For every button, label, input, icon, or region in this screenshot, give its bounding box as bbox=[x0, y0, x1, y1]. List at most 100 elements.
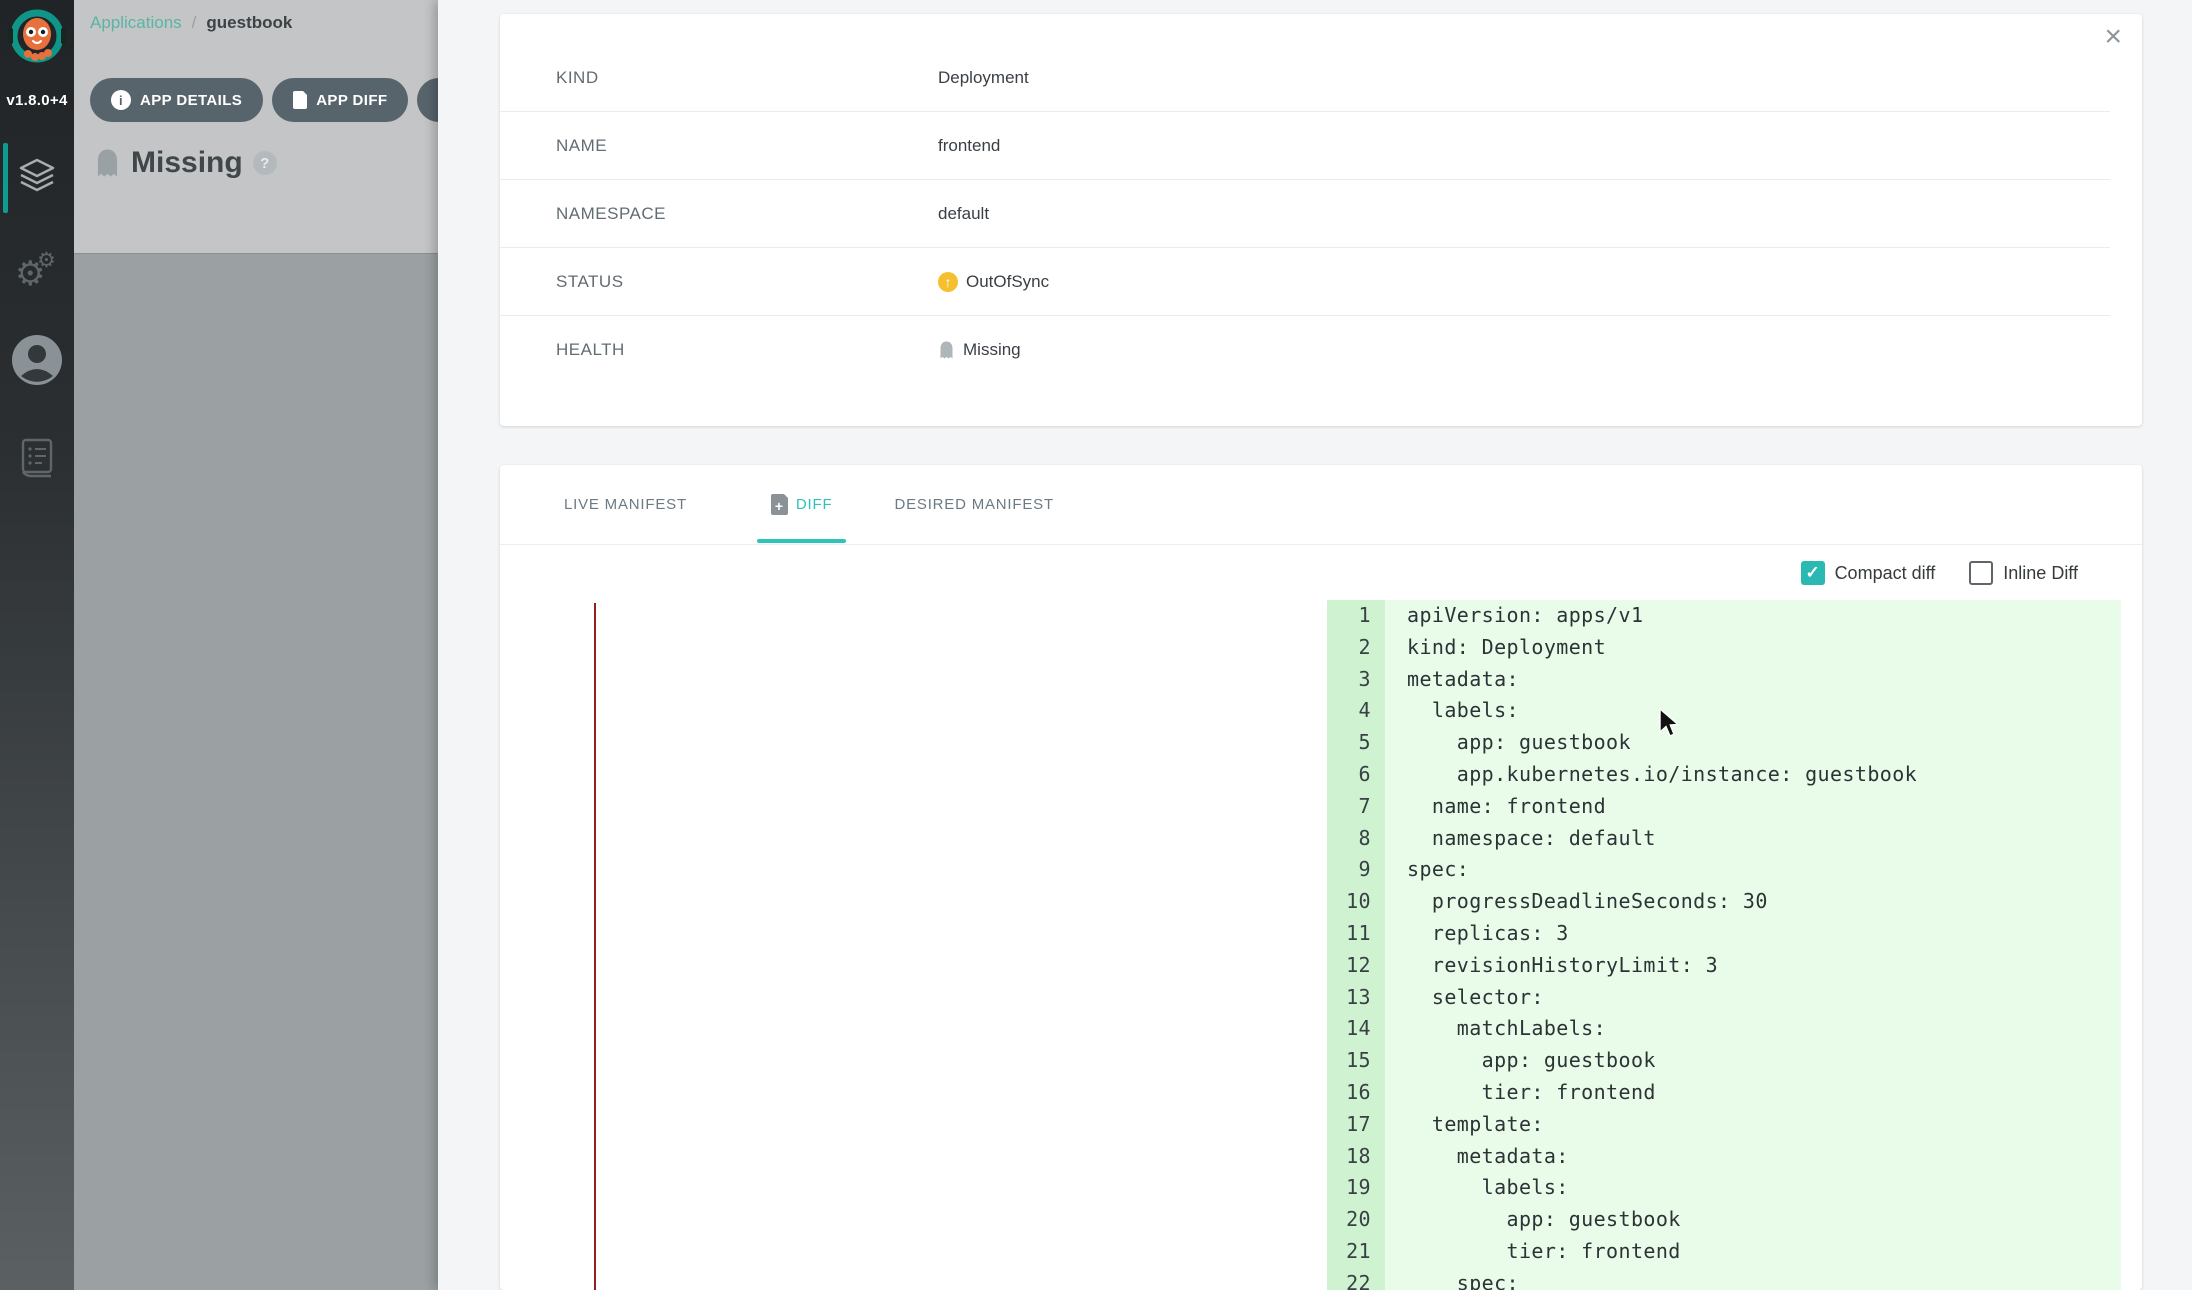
diff-added-pane[interactable]: 1 apiVersion: apps/v1 2 kind: Deployment… bbox=[1327, 600, 2121, 1290]
app-diff-button[interactable]: APP DIFF bbox=[272, 78, 408, 122]
line-code: kind: Deployment bbox=[1385, 632, 2121, 664]
line-number: 4 bbox=[1327, 695, 1385, 727]
close-icon[interactable]: × bbox=[2104, 22, 2122, 52]
diff-line: 20 app: guestbook bbox=[1327, 1204, 2121, 1236]
info-icon: i bbox=[111, 90, 131, 110]
compact-diff-option[interactable]: ✓ Compact diff bbox=[1801, 561, 1936, 585]
diff-line: 2 kind: Deployment bbox=[1327, 632, 2121, 664]
sync-status-button[interactable] bbox=[417, 78, 438, 122]
app-health-text: Missing bbox=[131, 146, 243, 180]
detail-value: default bbox=[938, 204, 989, 224]
diff-file-icon bbox=[771, 494, 788, 515]
file-icon bbox=[293, 91, 307, 109]
settings-gears-icon: ⚙ ⚙ bbox=[15, 250, 59, 294]
sidebar-item-docs[interactable] bbox=[0, 437, 74, 479]
help-question-icon[interactable]: ? bbox=[253, 151, 277, 175]
app-diff-label: APP DIFF bbox=[316, 92, 387, 109]
manifest-card: LIVE MANIFEST DIFF DESIRED MANIFEST ✓ Co… bbox=[500, 465, 2142, 1290]
diff-line: 5 app: guestbook bbox=[1327, 727, 2121, 759]
tab-live-manifest[interactable]: LIVE MANIFEST bbox=[564, 465, 687, 545]
line-code: metadata: bbox=[1385, 1141, 2121, 1173]
diff-line: 10 progressDeadlineSeconds: 30 bbox=[1327, 886, 2121, 918]
tab-diff[interactable]: DIFF bbox=[771, 465, 833, 545]
diff-line: 12 revisionHistoryLimit: 3 bbox=[1327, 950, 2121, 982]
line-code: selector: bbox=[1385, 982, 2121, 1014]
dimmed-app-background: Applications / guestbook i APP DETAILS A… bbox=[74, 0, 438, 1290]
line-number: 18 bbox=[1327, 1141, 1385, 1173]
detail-label: NAME bbox=[556, 136, 938, 156]
line-code: labels: bbox=[1385, 695, 2121, 727]
line-code: app: guestbook bbox=[1385, 1045, 2121, 1077]
diff-line: 16 tier: frontend bbox=[1327, 1077, 2121, 1109]
compact-diff-checkbox[interactable]: ✓ bbox=[1801, 561, 1825, 585]
line-code: spec: bbox=[1385, 1268, 2121, 1290]
argocd-resource-diff-screen: v1.8.0+4 ⚙ ⚙ bbox=[0, 0, 2192, 1290]
app-details-button[interactable]: i APP DETAILS bbox=[90, 78, 263, 122]
inline-diff-option[interactable]: Inline Diff bbox=[1969, 561, 2078, 585]
sidebar-item-settings[interactable]: ⚙ ⚙ bbox=[0, 250, 74, 294]
detail-value: Deployment bbox=[938, 68, 1029, 88]
diff-line: 3 metadata: bbox=[1327, 664, 2121, 696]
line-code: namespace: default bbox=[1385, 823, 2121, 855]
breadcrumb-current: guestbook bbox=[206, 13, 292, 33]
line-number: 21 bbox=[1327, 1236, 1385, 1268]
argo-octopus-logo bbox=[6, 8, 68, 70]
detail-value: Missing bbox=[938, 340, 1021, 360]
line-number: 2 bbox=[1327, 632, 1385, 664]
diff-line: 22 spec: bbox=[1327, 1268, 2121, 1290]
line-number: 15 bbox=[1327, 1045, 1385, 1077]
breadcrumb-applications-link[interactable]: Applications bbox=[90, 13, 182, 33]
line-code: matchLabels: bbox=[1385, 1013, 2121, 1045]
line-number: 22 bbox=[1327, 1268, 1385, 1290]
applications-layers-icon bbox=[17, 156, 57, 196]
line-number: 7 bbox=[1327, 791, 1385, 823]
manifest-tabs: LIVE MANIFEST DIFF DESIRED MANIFEST bbox=[500, 465, 2142, 545]
app-toolbar-buttons: i APP DETAILS APP DIFF bbox=[90, 78, 438, 122]
diff-line: 1 apiVersion: apps/v1 bbox=[1327, 600, 2121, 632]
tab-desired-manifest[interactable]: DESIRED MANIFEST bbox=[894, 465, 1053, 545]
app-content-overlay bbox=[74, 253, 438, 1290]
diff-options: ✓ Compact diff Inline Diff bbox=[1801, 561, 2078, 585]
detail-row-kind: KIND Deployment bbox=[500, 44, 2110, 112]
line-number: 5 bbox=[1327, 727, 1385, 759]
diff-line: 11 replicas: 3 bbox=[1327, 918, 2121, 950]
breadcrumb-separator: / bbox=[192, 13, 197, 33]
tab-diff-label: DIFF bbox=[796, 496, 833, 513]
diff-line: 17 template: bbox=[1327, 1109, 2121, 1141]
detail-row-namespace: NAMESPACE default bbox=[500, 180, 2110, 248]
status-text: OutOfSync bbox=[966, 272, 1049, 292]
line-number: 12 bbox=[1327, 950, 1385, 982]
line-code: replicas: 3 bbox=[1385, 918, 2121, 950]
resource-panel: × KIND Deployment NAME frontend NAMESPAC… bbox=[438, 0, 2192, 1290]
line-number: 13 bbox=[1327, 982, 1385, 1014]
documentation-icon bbox=[18, 437, 56, 479]
diff-line: 7 name: frontend bbox=[1327, 791, 2121, 823]
line-number: 3 bbox=[1327, 664, 1385, 696]
line-number: 17 bbox=[1327, 1109, 1385, 1141]
detail-row-status: STATUS ↑ OutOfSync bbox=[500, 248, 2110, 316]
line-code: apiVersion: apps/v1 bbox=[1385, 600, 2121, 632]
line-code: spec: bbox=[1385, 854, 2121, 886]
sidebar-item-user[interactable] bbox=[0, 334, 74, 386]
app-health-header: Missing ? bbox=[94, 146, 277, 180]
inline-diff-checkbox[interactable] bbox=[1969, 561, 1993, 585]
sidebar-item-applications[interactable] bbox=[0, 156, 74, 196]
compact-diff-label: Compact diff bbox=[1835, 563, 1936, 584]
line-number: 1 bbox=[1327, 600, 1385, 632]
ghost-icon bbox=[94, 148, 121, 178]
line-code: tier: frontend bbox=[1385, 1077, 2121, 1109]
inline-diff-label: Inline Diff bbox=[2003, 563, 2078, 584]
line-code: app: guestbook bbox=[1385, 1204, 2121, 1236]
diff-line: 9 spec: bbox=[1327, 854, 2121, 886]
diff-line: 8 namespace: default bbox=[1327, 823, 2121, 855]
sidebar: v1.8.0+4 ⚙ ⚙ bbox=[0, 0, 74, 1290]
diff-line: 18 metadata: bbox=[1327, 1141, 2121, 1173]
line-number: 8 bbox=[1327, 823, 1385, 855]
diff-line: 13 selector: bbox=[1327, 982, 2121, 1014]
detail-row-name: NAME frontend bbox=[500, 112, 2110, 180]
line-code: progressDeadlineSeconds: 30 bbox=[1385, 886, 2121, 918]
app-toolbar-region bbox=[74, 0, 438, 253]
diff-line: 4 labels: bbox=[1327, 695, 2121, 727]
diff-line: 14 matchLabels: bbox=[1327, 1013, 2121, 1045]
detail-row-health: HEALTH Missing bbox=[500, 316, 2110, 384]
